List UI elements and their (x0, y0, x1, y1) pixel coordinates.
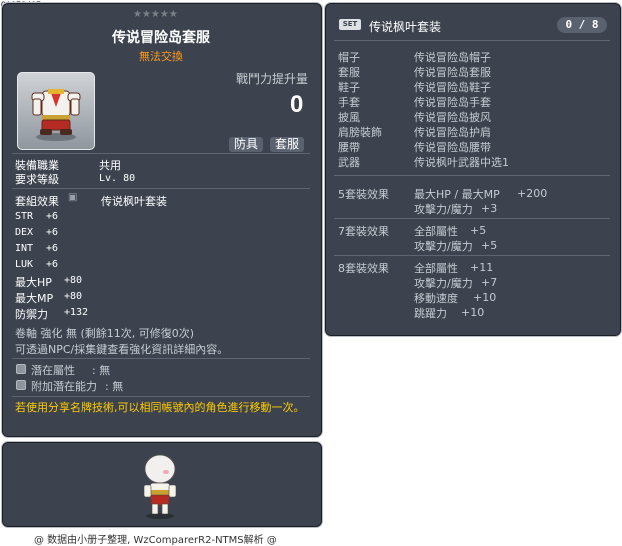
divider (12, 153, 310, 154)
potential-value: : 無 (92, 364, 111, 377)
stat-value: +6 (46, 243, 59, 254)
job-value: 共用 (99, 159, 121, 172)
scroll-upgrade-info: 卷軸 強化 無 (剩餘11次, 可修復0次) (15, 327, 195, 340)
set-effect-tier-label: 5套裝效果 (338, 188, 389, 201)
stat-name: 最大HP (15, 276, 52, 289)
nametag-share-note: 若使用分享名牌技術,可以相同帳號內的角色進行移動一次。 (15, 401, 305, 414)
set-piece-name: 传说冒险岛腰带 (414, 141, 491, 154)
trade-status: 無法交換 (139, 50, 183, 63)
divider (12, 188, 310, 189)
set-effect-value: +11 (470, 261, 494, 274)
stat-value: +6 (46, 211, 59, 222)
set-piece-name: 传说冒险岛披风 (414, 111, 491, 124)
set-piece-name: 传说冒险岛手套 (414, 96, 491, 109)
lock-icon: ▣ (68, 192, 78, 203)
stat-name: INT (15, 243, 34, 254)
npc-info: 可透過NPC/採集鍵查看強化資訊詳細內容。 (15, 343, 229, 356)
stat-value: +6 (46, 227, 59, 238)
set-effect-value: +10 (473, 291, 497, 304)
set-piece-slot: 武器 (338, 156, 360, 169)
set-piece-name: 传说冒险岛护肩 (414, 126, 491, 139)
stat-name: 最大MP (15, 292, 54, 305)
set-effect-value: +5 (470, 224, 487, 237)
set-effect-stat: 最大HP / 最大MP (414, 188, 500, 201)
divider (334, 40, 610, 41)
bonus-potential-value: : 無 (105, 380, 124, 393)
star-rating: ★★★★★ (133, 9, 178, 20)
set-effect-value: +5 (481, 239, 498, 252)
character-avatar (143, 454, 177, 519)
set-piece-slot: 帽子 (338, 51, 360, 64)
power-label: 戰鬥力提升量 (236, 72, 309, 86)
set-effect-stat: 攻擊力/魔力 (414, 277, 473, 290)
divider (334, 255, 610, 256)
set-effect-stat: 跳躍力 (414, 307, 447, 320)
square-dot-icon (16, 380, 26, 390)
square-dot-icon (16, 364, 26, 374)
tag-armor: 防具 (229, 137, 264, 152)
stat-name: STR (15, 211, 34, 222)
divider (12, 358, 310, 359)
stat-value: +6 (46, 259, 59, 270)
set-name: 传说枫叶套装 (101, 195, 167, 208)
tag-outfit: 套服 (270, 137, 305, 152)
stat-value: +80 (64, 275, 83, 286)
item-name: 传说冒险岛套服 (112, 30, 210, 46)
set-piece-name: 传说枫叶武器中选1 (414, 156, 509, 169)
divider (334, 175, 610, 176)
footer-credit: @ 数据由小册子整理, WzComparerR2-NTMS解析 @ (34, 535, 277, 546)
power-value: 0 (290, 91, 304, 118)
set-effect-stat: 攻擊力/魔力 (414, 240, 473, 253)
set-piece-slot: 披風 (338, 111, 360, 124)
set-piece-slot: 手套 (338, 96, 360, 109)
stat-name: 防禦力 (15, 308, 48, 321)
stat-name: DEX (15, 227, 34, 238)
item-icon-frame (17, 72, 95, 150)
set-effect-value: +7 (481, 276, 498, 289)
level-label: 要求等級 (15, 173, 59, 186)
set-effect-value: +200 (517, 187, 548, 200)
set-effect-stat: 全部屬性 (414, 262, 458, 275)
bonus-potential-label: 附加潛在能力 (31, 380, 97, 393)
divider (334, 218, 610, 219)
set-effect-stat: 全部屬性 (414, 225, 458, 238)
stat-value: +80 (64, 291, 83, 302)
set-title: 传说枫叶套装 (369, 20, 442, 34)
white-red-outfit-icon (31, 89, 81, 141)
set-piece-slot: 套服 (338, 66, 360, 79)
set-piece-slot: 肩膀裝飾 (338, 126, 382, 139)
set-piece-name: 传说冒险岛套服 (414, 66, 491, 79)
set-effect-value: +3 (481, 202, 498, 215)
set-piece-name: 传说冒险岛鞋子 (414, 81, 491, 94)
set-piece-slot: 鞋子 (338, 81, 360, 94)
set-badge-icon: SET (339, 19, 361, 30)
set-effect-value: +10 (461, 306, 485, 319)
set-count: 0 / 8 (557, 17, 607, 33)
stat-name: LUK (15, 259, 34, 270)
set-effect-stat: 移動速度 (414, 292, 458, 305)
set-piece-name: 传说冒险岛帽子 (414, 51, 491, 64)
set-effect-tier-label: 8套裝效果 (338, 262, 389, 275)
set-piece-slot: 腰帶 (338, 141, 360, 154)
set-effect-stat: 攻擊力/魔力 (414, 203, 473, 216)
stat-value: +132 (64, 307, 89, 318)
divider (12, 396, 310, 397)
level-value: Lv. 80 (99, 173, 136, 184)
set-effect-label: 套組效果 (15, 195, 59, 208)
set-effect-tier-label: 7套裝效果 (338, 225, 389, 238)
potential-label: 潛在屬性 (31, 364, 75, 377)
